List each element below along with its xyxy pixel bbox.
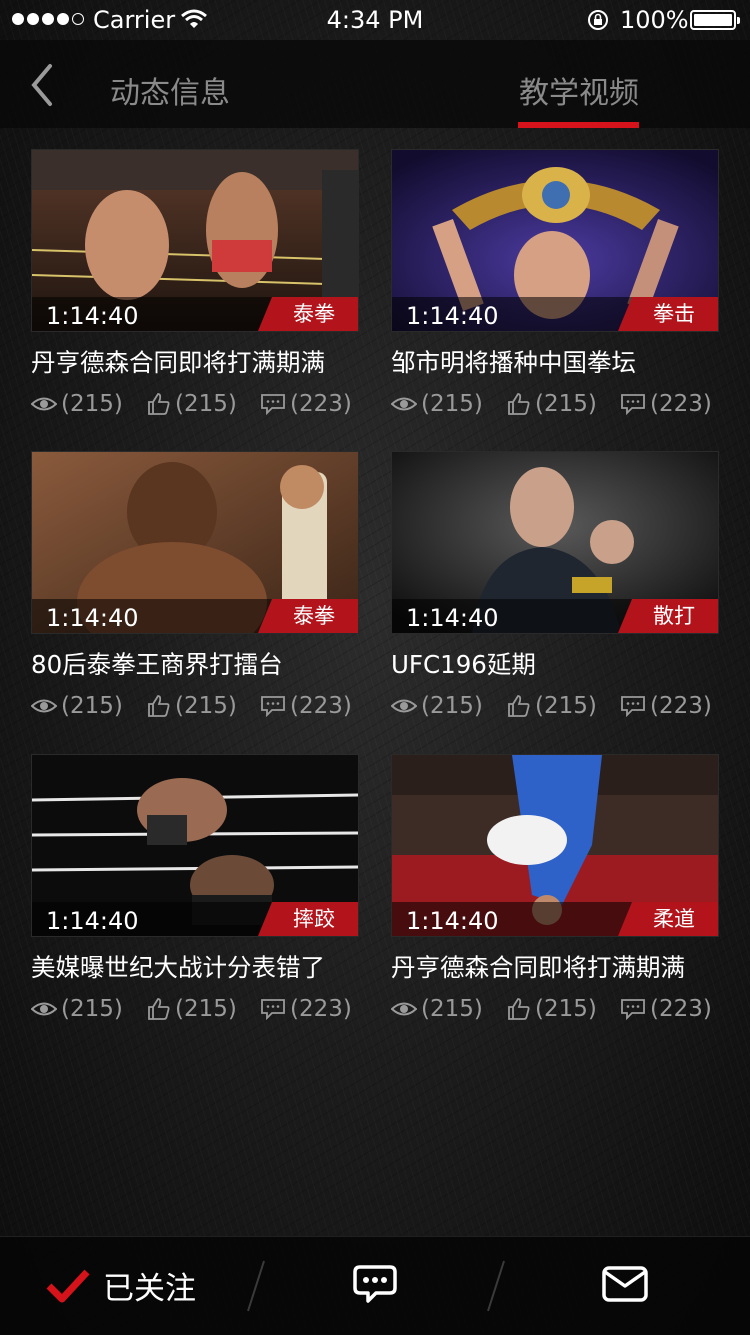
follow-button[interactable]: 已关注 [45,1263,196,1308]
comments-count[interactable]: (223) [620,693,712,719]
comment-icon [621,394,645,415]
thumbs-up-icon [508,695,530,717]
video-thumbnail[interactable]: 1:14:40 散打 [391,451,719,634]
tab-news[interactable]: 动态信息 [110,68,230,112]
video-card[interactable]: 1:14:40 散打 UFC196延期 (215) (215) (223) [391,451,719,729]
video-card[interactable]: 1:14:40 泰拳 80后泰拳王商界打擂台 (215) (215) (223) [31,451,359,729]
battery-icon [690,10,740,30]
video-stats: (215) (215) (223) [391,391,719,427]
divider [247,1260,265,1312]
comments-count[interactable]: (223) [260,693,352,719]
comments-count[interactable]: (223) [620,391,712,417]
views-count: (215) [31,693,123,719]
comments-count[interactable]: (223) [260,391,352,417]
video-title[interactable]: 丹亨德森合同即将打满期满 [391,949,719,984]
video-card[interactable]: 1:14:40 拳击 邹市明将播种中国拳坛 (215) (215) (223) [391,149,719,427]
video-duration: 1:14:40 [406,302,499,330]
video-duration: 1:14:40 [46,907,139,935]
eye-icon [391,699,417,713]
rotation-lock-icon [588,10,608,30]
tab-teaching-videos[interactable]: 教学视频 [519,68,639,112]
category-tag: 泰拳 [258,599,358,633]
video-duration: 1:14:40 [46,604,139,632]
video-stats: (215) (215) (223) [31,391,359,427]
eye-icon [31,397,57,411]
thumbs-up-icon [148,695,170,717]
back-chevron-icon[interactable] [26,60,66,110]
video-stats: (215) (215) (223) [31,693,359,729]
comment-icon [261,696,285,717]
likes-count[interactable]: (215) [147,693,237,719]
views-count: (215) [391,996,483,1022]
video-stats: (215) (215) (223) [391,693,719,729]
video-card[interactable]: 1:14:40 柔道 丹亨德森合同即将打满期满 (215) (215) (223… [391,754,719,1032]
video-title[interactable]: 80后泰拳王商界打擂台 [31,646,359,681]
comments-count[interactable]: (223) [260,996,352,1022]
category-tag: 拳击 [618,297,718,331]
thumbs-up-icon [148,998,170,1020]
eye-icon [31,699,57,713]
video-title[interactable]: 邹市明将播种中国拳坛 [391,344,719,379]
video-stats: (215) (215) (223) [31,996,359,1032]
views-count: (215) [391,391,483,417]
video-stats: (215) (215) (223) [391,996,719,1032]
comment-icon [621,696,645,717]
likes-count[interactable]: (215) [507,693,597,719]
likes-count[interactable]: (215) [507,996,597,1022]
views-count: (215) [31,996,123,1022]
video-title[interactable]: 丹亨德森合同即将打满期满 [31,344,359,379]
video-duration: 1:14:40 [46,302,139,330]
thumbs-up-icon [508,393,530,415]
thumbs-up-icon [508,998,530,1020]
wifi-icon [181,9,207,28]
status-bar: Carrier 4:34 PM 100% [0,0,750,40]
video-card[interactable]: 1:14:40 泰拳 丹亨德森合同即将打满期满 (215) (215) (223… [31,149,359,427]
category-tag: 柔道 [618,902,718,936]
views-count: (215) [31,391,123,417]
video-thumbnail[interactable]: 1:14:40 泰拳 [31,451,359,634]
category-tag: 摔跤 [258,902,358,936]
video-duration: 1:14:40 [406,907,499,935]
eye-icon [391,1002,417,1016]
video-duration: 1:14:40 [406,604,499,632]
likes-count[interactable]: (215) [147,391,237,417]
video-card[interactable]: 1:14:40 摔跤 美媒曝世纪大战计分表错了 (215) (215) (223… [31,754,359,1032]
video-thumbnail[interactable]: 1:14:40 拳击 [391,149,719,332]
video-thumbnail[interactable]: 1:14:40 柔道 [391,754,719,937]
video-title[interactable]: 美媒曝世纪大战计分表错了 [31,949,359,984]
active-tab-indicator [518,122,639,128]
battery-percentage: 100% [620,6,689,34]
views-count: (215) [391,693,483,719]
likes-count[interactable]: (215) [507,391,597,417]
envelope-icon[interactable] [601,1264,649,1304]
checkmark-icon [46,1269,90,1302]
carrier-name: Carrier [93,6,176,34]
video-thumbnail[interactable]: 1:14:40 摔跤 [31,754,359,937]
follow-label: 已关注 [103,1271,196,1307]
comments-count[interactable]: (223) [620,996,712,1022]
category-tag: 散打 [618,599,718,633]
comment-icon [261,394,285,415]
video-title[interactable]: UFC196延期 [391,646,719,681]
comment-icon [261,999,285,1020]
nav-header: 动态信息 教学视频 [0,40,750,128]
category-tag: 泰拳 [258,297,358,331]
eye-icon [391,397,417,411]
chat-bubble-icon[interactable] [352,1264,398,1306]
likes-count[interactable]: (215) [147,996,237,1022]
thumbs-up-icon [148,393,170,415]
signal-strength-icon [12,13,84,25]
eye-icon [31,1002,57,1016]
video-thumbnail[interactable]: 1:14:40 泰拳 [31,149,359,332]
bottom-action-bar: 已关注 [0,1236,750,1335]
comment-icon [621,999,645,1020]
divider [487,1260,505,1312]
